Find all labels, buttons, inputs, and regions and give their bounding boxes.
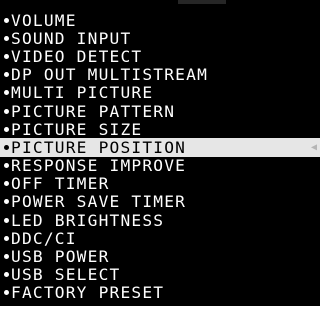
- menu-item-video-detect[interactable]: VIDEO DETECT: [0, 47, 320, 66]
- bullet-icon: [4, 108, 9, 114]
- bullet-icon: [4, 272, 9, 278]
- menu-item-power-save-timer[interactable]: POWER SAVE TIMER: [0, 193, 320, 211]
- menu-item-label: RESPONSE IMPROVE: [11, 156, 187, 175]
- menu-item-picture-size[interactable]: PICTURE SIZE: [0, 120, 320, 138]
- menu-item-dp-out-multistream[interactable]: DP OUT MULTISTREAM: [0, 66, 320, 84]
- menu-item-label: LED BRIGHTNESS: [11, 211, 165, 230]
- bullet-icon: [4, 17, 9, 23]
- menu-item-label: SOUND INPUT: [11, 29, 132, 48]
- menu-item-label: OFF TIMER: [11, 174, 110, 193]
- menu-item-factory-preset[interactable]: FACTORY PRESET: [0, 284, 320, 302]
- page-margin: [320, 0, 332, 309]
- bullet-icon: [4, 72, 9, 78]
- menu-item-ddc-ci[interactable]: DDC/CI: [0, 229, 320, 247]
- panel-top-tab: [178, 0, 226, 4]
- bullet-icon: [4, 35, 9, 41]
- menu-item-label: USB SELECT: [11, 265, 121, 284]
- menu-item-picture-pattern[interactable]: PICTURE PATTERN: [0, 102, 320, 120]
- menu-item-response-improve[interactable]: RESPONSE IMPROVE: [0, 157, 320, 175]
- bullet-icon: [4, 254, 9, 260]
- bullet-icon: [4, 144, 9, 150]
- bullet-icon: [4, 217, 9, 223]
- menu-item-label: MULTI PICTURE: [11, 83, 154, 102]
- bullet-icon: [4, 126, 9, 132]
- bullet-icon: [4, 181, 9, 187]
- menu-item-usb-select[interactable]: USB SELECT: [0, 266, 320, 284]
- menu-item-label: PICTURE POSITION: [11, 138, 187, 157]
- bullet-icon: [4, 199, 9, 205]
- menu-item-label: VIDEO DETECT: [11, 47, 143, 66]
- chevron-left-icon: ◀: [310, 141, 318, 153]
- menu-item-label: DP OUT MULTISTREAM: [11, 65, 209, 84]
- bullet-icon: [4, 235, 9, 241]
- menu-item-off-timer[interactable]: OFF TIMER: [0, 175, 320, 193]
- osd-menu-list: VOLUME SOUND INPUT VIDEO DETECT DP OUT M…: [0, 11, 320, 302]
- menu-item-label: FACTORY PRESET: [11, 283, 165, 302]
- menu-item-led-brightness[interactable]: LED BRIGHTNESS: [0, 211, 320, 229]
- menu-item-picture-position[interactable]: PICTURE POSITION ◀: [0, 138, 320, 157]
- menu-item-multi-picture[interactable]: MULTI PICTURE: [0, 84, 320, 102]
- bullet-icon: [4, 90, 9, 96]
- bullet-icon: [4, 290, 9, 296]
- menu-item-label: USB POWER: [11, 247, 110, 266]
- osd-menu-panel: VOLUME SOUND INPUT VIDEO DETECT DP OUT M…: [0, 0, 320, 306]
- menu-item-label: POWER SAVE TIMER: [11, 192, 187, 212]
- menu-item-label: PICTURE PATTERN: [11, 101, 176, 121]
- menu-item-label: DDC/CI: [11, 229, 77, 248]
- menu-item-label: PICTURE SIZE: [11, 120, 143, 139]
- menu-item-label: VOLUME: [11, 11, 77, 30]
- menu-item-volume[interactable]: VOLUME: [0, 11, 320, 29]
- menu-item-sound-input[interactable]: SOUND INPUT: [0, 29, 320, 47]
- menu-item-usb-power[interactable]: USB POWER: [0, 247, 320, 266]
- bullet-icon: [4, 163, 9, 169]
- bullet-icon: [4, 53, 9, 59]
